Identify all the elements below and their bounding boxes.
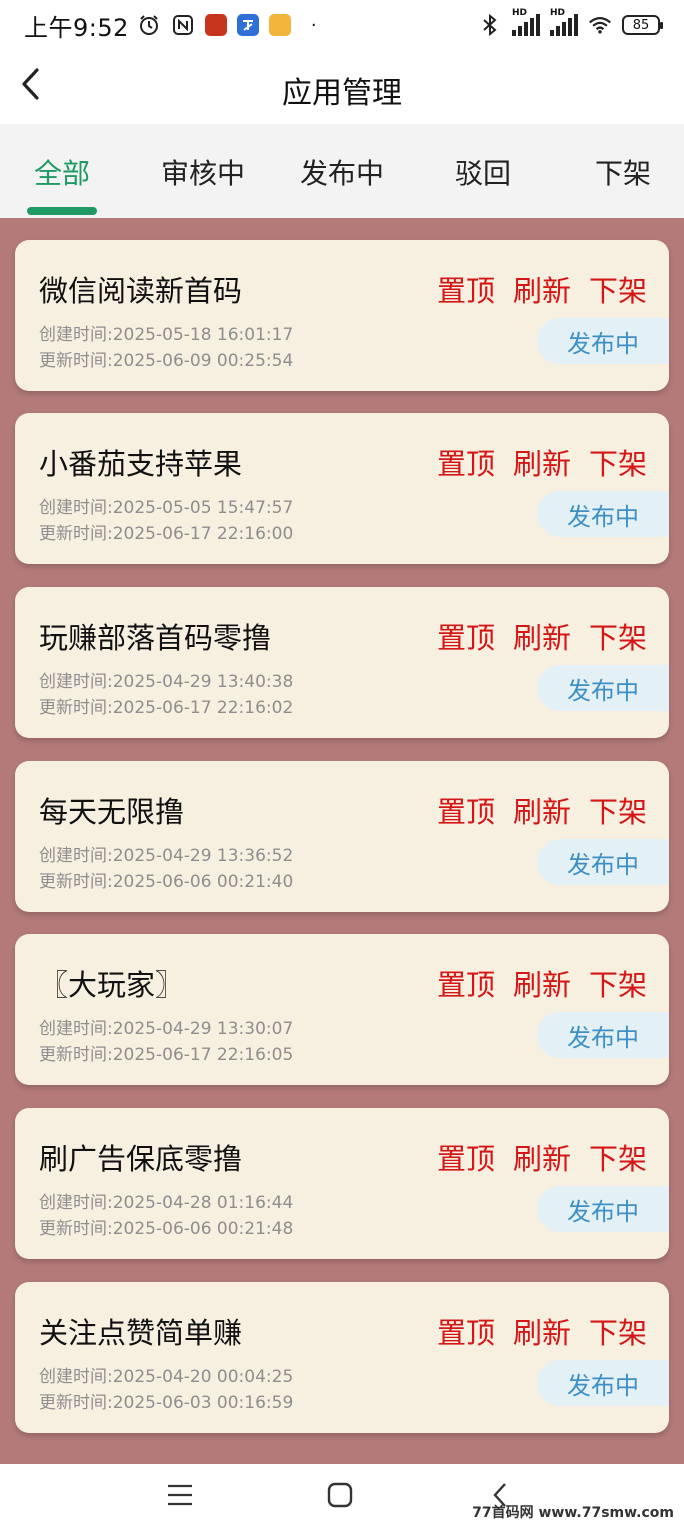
created-time: 创建时间:2025-04-28 01:16:44 — [39, 1193, 294, 1213]
title-bar: 应用管理 — [0, 50, 684, 124]
status-badge: 发布中 — [537, 491, 669, 537]
item-title: 关注点赞简单赚 — [39, 1316, 243, 1350]
takedown-button[interactable]: 下架 — [589, 441, 647, 483]
pin-button[interactable]: 置顶 — [437, 962, 495, 1004]
tab-rejected[interactable]: 驳回 — [455, 152, 511, 192]
more-notifications-dot: · — [310, 14, 317, 36]
item-actions: 置顶 刷新 下架 — [437, 1310, 647, 1352]
tab-bar: 全部 审核中 发布中 驳回 下架 — [0, 124, 684, 218]
item-title: 玩赚部落首码零撸 — [39, 621, 272, 655]
pin-button[interactable]: 置顶 — [437, 615, 495, 657]
app-notification-icon-2 — [236, 14, 259, 36]
created-time: 创建时间:2025-05-18 16:01:17 — [39, 325, 294, 345]
item-title: 每天无限撸 — [39, 795, 185, 829]
refresh-button[interactable]: 刷新 — [513, 1136, 571, 1178]
status-badge: 发布中 — [537, 665, 669, 711]
battery-icon: 85 — [622, 15, 663, 35]
tab-published[interactable]: 发布中 — [300, 152, 384, 192]
refresh-button[interactable]: 刷新 — [513, 615, 571, 657]
menu-nav-button[interactable] — [160, 1478, 200, 1512]
status-time: 上午9:52 — [24, 13, 129, 42]
alarm-icon — [137, 13, 161, 37]
item-title: 微信阅读新首码 — [39, 274, 243, 308]
takedown-button[interactable]: 下架 — [589, 789, 647, 831]
takedown-button[interactable]: 下架 — [589, 962, 647, 1004]
refresh-button[interactable]: 刷新 — [513, 441, 571, 483]
list-item[interactable]: 关注点赞简单赚 置顶 刷新 下架 创建时间:2025-04-20 00:04:2… — [15, 1282, 669, 1433]
item-actions: 置顶 刷新 下架 — [437, 1136, 647, 1178]
updated-time: 更新时间:2025-06-09 00:25:54 — [39, 351, 294, 371]
updated-time: 更新时间:2025-06-17 22:16:05 — [39, 1045, 294, 1065]
created-time: 创建时间:2025-04-29 13:36:52 — [39, 846, 294, 866]
wifi-icon — [588, 13, 612, 37]
created-time: 创建时间:2025-04-20 00:04:25 — [39, 1367, 294, 1387]
signal-icon: HD — [512, 8, 540, 36]
status-right-icons: HD HD 85 — [478, 8, 663, 37]
status-badge: 发布中 — [537, 318, 669, 364]
updated-time: 更新时间:2025-06-17 22:16:02 — [39, 698, 294, 718]
nfc-icon — [171, 13, 195, 37]
created-time: 创建时间:2025-04-29 13:40:38 — [39, 672, 294, 692]
item-title: 小番茄支持苹果 — [39, 447, 243, 481]
item-actions: 置顶 刷新 下架 — [437, 268, 647, 310]
refresh-button[interactable]: 刷新 — [513, 789, 571, 831]
app-list: 微信阅读新首码 置顶 刷新 下架 创建时间:2025-05-18 16:01:1… — [0, 218, 684, 1464]
tab-all[interactable]: 全部 — [34, 152, 90, 192]
page-title: 应用管理 — [282, 76, 402, 111]
pin-button[interactable]: 置顶 — [437, 441, 495, 483]
updated-time: 更新时间:2025-06-17 22:16:00 — [39, 524, 294, 544]
item-actions: 置顶 刷新 下架 — [437, 789, 647, 831]
list-item[interactable]: 〖大玩家〗 置顶 刷新 下架 创建时间:2025-04-29 13:30:07 … — [15, 934, 669, 1085]
list-item[interactable]: 小番茄支持苹果 置顶 刷新 下架 创建时间:2025-05-05 15:47:5… — [15, 413, 669, 564]
watermark: 77首码网 www.77smw.com — [472, 1505, 674, 1521]
updated-time: 更新时间:2025-06-03 00:16:59 — [39, 1393, 294, 1413]
status-left-icons: · — [137, 13, 317, 37]
takedown-button[interactable]: 下架 — [589, 1136, 647, 1178]
updated-time: 更新时间:2025-06-06 00:21:40 — [39, 872, 294, 892]
status-badge: 发布中 — [537, 1360, 669, 1406]
status-bar: 上午9:52 · HD HD 85 — [0, 0, 684, 50]
item-actions: 置顶 刷新 下架 — [437, 441, 647, 483]
takedown-button[interactable]: 下架 — [589, 1310, 647, 1352]
item-actions: 置顶 刷新 下架 — [437, 615, 647, 657]
app-notification-icon — [204, 14, 227, 36]
refresh-button[interactable]: 刷新 — [513, 962, 571, 1004]
list-item[interactable]: 每天无限撸 置顶 刷新 下架 创建时间:2025-04-29 13:36:52 … — [15, 761, 669, 912]
pin-button[interactable]: 置顶 — [437, 1136, 495, 1178]
item-title: 刷广告保底零撸 — [39, 1142, 243, 1176]
tab-offline[interactable]: 下架 — [595, 152, 651, 192]
refresh-button[interactable]: 刷新 — [513, 1310, 571, 1352]
app-notification-icon-3 — [268, 14, 291, 36]
hd-label: HD — [512, 8, 528, 18]
pin-button[interactable]: 置顶 — [437, 789, 495, 831]
status-badge: 发布中 — [537, 1186, 669, 1232]
pin-button[interactable]: 置顶 — [437, 1310, 495, 1352]
status-badge: 发布中 — [537, 839, 669, 885]
bluetooth-icon — [478, 13, 502, 37]
hd-label-2: HD — [550, 8, 566, 18]
created-time: 创建时间:2025-04-29 13:30:07 — [39, 1019, 294, 1039]
status-badge: 发布中 — [537, 1012, 669, 1058]
item-actions: 置顶 刷新 下架 — [437, 962, 647, 1004]
list-item[interactable]: 刷广告保底零撸 置顶 刷新 下架 创建时间:2025-04-28 01:16:4… — [15, 1108, 669, 1259]
active-tab-indicator — [27, 207, 97, 215]
updated-time: 更新时间:2025-06-06 00:21:48 — [39, 1219, 294, 1239]
pin-button[interactable]: 置顶 — [437, 268, 495, 310]
takedown-button[interactable]: 下架 — [589, 268, 647, 310]
home-nav-button[interactable] — [320, 1478, 360, 1512]
created-time: 创建时间:2025-05-05 15:47:57 — [39, 498, 294, 518]
refresh-button[interactable]: 刷新 — [513, 268, 571, 310]
home-icon — [327, 1482, 353, 1508]
list-item[interactable]: 微信阅读新首码 置顶 刷新 下架 创建时间:2025-05-18 16:01:1… — [15, 240, 669, 391]
item-title: 〖大玩家〗 — [39, 968, 185, 1002]
tab-reviewing[interactable]: 审核中 — [161, 152, 245, 192]
signal-icon-2: HD — [550, 8, 578, 36]
menu-icon — [168, 1484, 192, 1506]
list-item[interactable]: 玩赚部落首码零撸 置顶 刷新 下架 创建时间:2025-04-29 13:40:… — [15, 587, 669, 738]
takedown-button[interactable]: 下架 — [589, 615, 647, 657]
